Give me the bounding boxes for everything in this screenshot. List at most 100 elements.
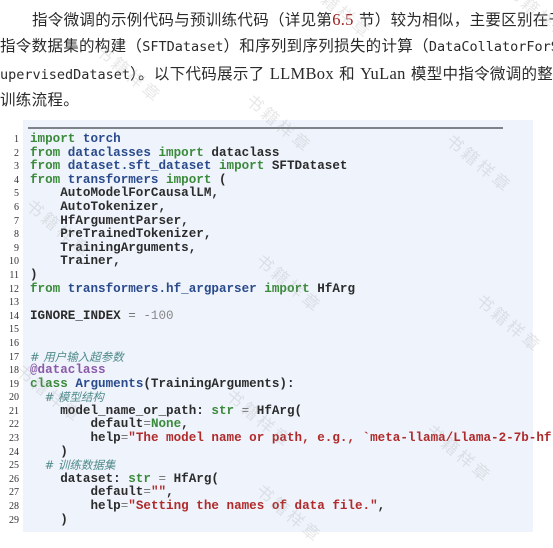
code-listing: 1 import torch 2 from dataclasses import d… <box>0 132 553 528</box>
code-text: ) <box>30 444 68 459</box>
line-number: 13 <box>9 297 19 309</box>
paragraph-line: upervisedDataset）。以下代码展示了 LLMBox 和 YuLan… <box>0 60 553 87</box>
text-span: dataclass <box>203 145 280 160</box>
text-span: transformers.hf_argparser <box>60 281 265 296</box>
text-span: 训练流程。 <box>0 91 80 109</box>
paragraph-line: 指令微调的示例代码与预训练代码（详见第6.5 节）较为相似，主要区别在于 <box>0 6 553 33</box>
text-span: dataclasses <box>60 145 159 160</box>
code-text: ) <box>30 512 68 527</box>
code-line: 22 default=None, <box>0 418 553 432</box>
code-line: 16 <box>0 337 553 351</box>
line-number: 4 <box>14 174 19 186</box>
text-span: # 训练数据集 <box>30 458 116 473</box>
line-number: 23 <box>9 433 19 445</box>
text-span: dataset.sft_dataset <box>60 159 219 174</box>
text-span: help <box>30 499 121 514</box>
code-text: Trainer, <box>30 254 121 269</box>
text-span: (TrainingArguments): <box>143 376 295 391</box>
code-text: HfArgumentParser, <box>30 213 189 228</box>
code-line: 1 import torch <box>0 132 553 147</box>
text-span: LLMBox <box>269 64 334 83</box>
text-span: # 用户输入超参数 <box>30 349 124 364</box>
line-number: 20 <box>9 392 19 404</box>
code-text: from transformers.hf_argparser import Hf… <box>30 281 356 297</box>
code-line: 19 class Arguments(TrainingArguments): <box>0 376 553 392</box>
code-line: 12 from transformers.hf_argparser import … <box>0 281 553 297</box>
text-span: model_name_or_path: <box>30 403 212 418</box>
code-text: default="", <box>30 485 173 500</box>
line-number: 25 <box>9 460 19 472</box>
text-span: import <box>166 172 212 187</box>
line-number: 24 <box>9 446 19 458</box>
text-span: HfArg <box>309 281 356 296</box>
text-span: dataset: <box>30 471 129 486</box>
code-text: PreTrainedTokenizer, <box>30 227 212 242</box>
text-span: 节）较为相似，主要区别在于 <box>358 11 553 29</box>
code-text: @dataclass <box>30 363 106 378</box>
text-span: 指令微调的示例代码与预训练代码（详见第 <box>32 11 333 29</box>
intro-paragraph: 指令微调的示例代码与预训练代码（详见第6.5 节）较为相似，主要区别在于 指令数… <box>0 6 553 114</box>
code-text: from dataset.sft_dataset import SFTDatas… <box>30 159 348 174</box>
line-number: 6 <box>14 201 19 213</box>
code-line: 29 ) <box>0 512 553 528</box>
line-number: 17 <box>9 351 19 363</box>
section-reference-link[interactable]: 6.5 <box>332 10 354 29</box>
code-line: 21 model_name_or_path: str = HfArg( <box>0 403 553 419</box>
code-line: 2 from dataclasses import dataclass <box>0 145 553 161</box>
line-number: 22 <box>9 419 19 431</box>
line-number: 12 <box>9 283 19 295</box>
code-text: help="Setting the names of data file.", <box>30 499 386 514</box>
code-line: 25 # 训练数据集 <box>0 458 553 473</box>
code-text: model_name_or_path: str = HfArg( <box>30 403 303 419</box>
code-line: 9 TrainingArguments, <box>0 240 553 256</box>
text-span: Arguments <box>67 376 144 391</box>
line-number: 7 <box>14 215 19 227</box>
text-span: "The model name or path, e.g., `meta-lla… <box>128 431 553 446</box>
code-text: import torch <box>30 132 121 147</box>
code-line: 8 PreTrainedTokenizer, <box>0 228 553 242</box>
code-line: 17 # 用户输入超参数 <box>0 349 553 365</box>
text-span: # 模型结构 <box>30 390 104 405</box>
code-text: AutoTokenizer, <box>30 199 167 214</box>
text-span: ）和序列到序列损失的计算（ <box>223 37 429 55</box>
code-text: TrainingArguments, <box>30 240 197 255</box>
code-line: 23 help="The model name or path, e.g., `… <box>0 431 553 446</box>
line-number: 26 <box>9 473 19 485</box>
text-span: class <box>30 376 68 391</box>
text-span: , <box>181 417 189 432</box>
line-number: 8 <box>14 229 19 241</box>
text-span: torch <box>75 132 121 146</box>
code-line: 15 <box>0 323 553 337</box>
text-span: transformers <box>60 172 167 187</box>
line-number: 1 <box>14 134 19 145</box>
text-span: str <box>211 403 235 418</box>
code-line: 10 Trainer, <box>0 255 553 269</box>
text-span: from <box>30 159 61 174</box>
line-number: 15 <box>9 324 19 336</box>
text-span: ）。以下代码展示了 <box>130 65 265 83</box>
code-text: help="The model name or path, e.g., `met… <box>30 431 553 446</box>
code-text: class Arguments(TrainingArguments): <box>30 376 295 392</box>
line-number: 11 <box>9 269 19 281</box>
text-span: ( <box>211 172 227 187</box>
code-text: from transformers import ( <box>30 172 227 188</box>
text-span: from <box>30 172 61 187</box>
text-span: from <box>30 145 61 160</box>
code-line: 24 ) <box>0 444 553 460</box>
text-span: SFTDataset <box>264 159 348 174</box>
text-span: = <box>143 485 151 500</box>
text-span: HfArg( <box>166 471 219 486</box>
text-span: from <box>30 281 61 296</box>
text-span: = <box>158 471 167 486</box>
code-line: 7 HfArgumentParser, <box>0 213 553 229</box>
text-span: -100 <box>135 308 174 323</box>
text-span: HfArg( <box>249 403 303 418</box>
code-line: 26 dataset: str = HfArg( <box>0 471 553 487</box>
text-span: 和 <box>339 65 355 83</box>
text-span: import <box>158 145 204 160</box>
line-number: 5 <box>14 188 19 200</box>
line-number: 14 <box>9 310 19 322</box>
text-span: , <box>377 499 386 514</box>
line-number: 27 <box>9 487 19 499</box>
text-span: "Setting the names of data file." <box>128 499 378 514</box>
